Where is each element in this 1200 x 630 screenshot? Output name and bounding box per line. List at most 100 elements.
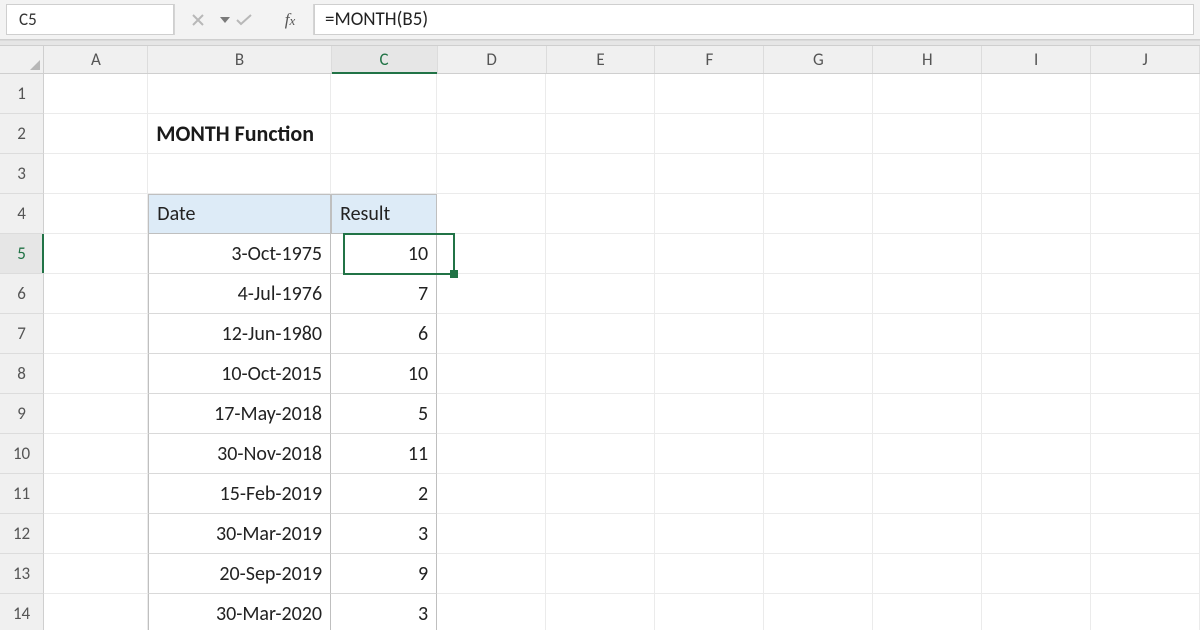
cell[interactable]: [982, 194, 1091, 234]
cell[interactable]: [873, 274, 982, 314]
cell[interactable]: [546, 594, 655, 630]
cell[interactable]: [873, 434, 982, 474]
cell[interactable]: [873, 474, 982, 514]
cell[interactable]: [982, 474, 1091, 514]
result-cell[interactable]: 11: [331, 434, 437, 474]
cell[interactable]: [982, 314, 1091, 354]
cell[interactable]: [1091, 354, 1200, 394]
cell[interactable]: [437, 194, 546, 234]
row-header-7[interactable]: 7: [0, 314, 44, 354]
cell[interactable]: [44, 354, 148, 394]
section-title[interactable]: MONTH Function: [148, 114, 331, 154]
result-cell[interactable]: 2: [331, 474, 437, 514]
cell[interactable]: [655, 434, 764, 474]
cell[interactable]: [873, 114, 982, 154]
cell[interactable]: [1091, 594, 1200, 630]
cell[interactable]: [873, 314, 982, 354]
cell[interactable]: [764, 154, 873, 194]
cell[interactable]: [437, 74, 546, 114]
cell[interactable]: [764, 354, 873, 394]
cell[interactable]: [437, 474, 546, 514]
cell[interactable]: [764, 194, 873, 234]
cell[interactable]: [873, 74, 982, 114]
cell[interactable]: [44, 194, 148, 234]
date-cell[interactable]: 30-Nov-2018: [148, 434, 331, 474]
cell[interactable]: [764, 434, 873, 474]
cell[interactable]: [873, 514, 982, 554]
result-cell[interactable]: 10: [331, 234, 437, 274]
row-header-10[interactable]: 10: [0, 434, 44, 474]
cell[interactable]: [44, 554, 148, 594]
cell[interactable]: [546, 434, 655, 474]
cell[interactable]: [764, 74, 873, 114]
worksheet[interactable]: A B C D E F G H I J 12MONTH Function34Da…: [0, 46, 1200, 630]
cell[interactable]: [44, 514, 148, 554]
cell[interactable]: [764, 394, 873, 434]
cell[interactable]: [331, 74, 437, 114]
date-cell[interactable]: 4-Jul-1976: [148, 274, 331, 314]
cell[interactable]: [982, 274, 1091, 314]
cell[interactable]: [437, 274, 546, 314]
cell[interactable]: [982, 554, 1091, 594]
cell[interactable]: [655, 474, 764, 514]
cell[interactable]: [982, 234, 1091, 274]
cell[interactable]: [546, 394, 655, 434]
cell[interactable]: [1091, 434, 1200, 474]
cell[interactable]: [982, 514, 1091, 554]
cell[interactable]: [44, 394, 148, 434]
col-header-j[interactable]: J: [1091, 46, 1200, 73]
row-header-11[interactable]: 11: [0, 474, 44, 514]
result-cell[interactable]: 10: [331, 354, 437, 394]
cell[interactable]: [873, 354, 982, 394]
cell[interactable]: [764, 474, 873, 514]
cell[interactable]: [437, 314, 546, 354]
cell[interactable]: [546, 74, 655, 114]
enter-button[interactable]: [221, 0, 267, 39]
cell[interactable]: [655, 314, 764, 354]
col-header-a[interactable]: A: [44, 46, 148, 73]
date-cell[interactable]: 12-Jun-1980: [148, 314, 331, 354]
cell[interactable]: [655, 154, 764, 194]
select-all-corner[interactable]: [0, 46, 44, 73]
cell[interactable]: [546, 474, 655, 514]
cell[interactable]: [1091, 274, 1200, 314]
cell[interactable]: [546, 154, 655, 194]
cell[interactable]: [437, 554, 546, 594]
cell[interactable]: [1091, 394, 1200, 434]
cell[interactable]: [437, 434, 546, 474]
cell[interactable]: [437, 354, 546, 394]
col-header-g[interactable]: G: [764, 46, 873, 73]
cell[interactable]: [437, 234, 546, 274]
cell[interactable]: [982, 154, 1091, 194]
col-header-b[interactable]: B: [148, 46, 331, 73]
result-cell[interactable]: 7: [331, 274, 437, 314]
row-header-2[interactable]: 2: [0, 114, 44, 154]
date-cell[interactable]: 3-Oct-1975: [148, 234, 331, 274]
cell[interactable]: [1091, 154, 1200, 194]
table-header-date[interactable]: Date: [148, 194, 331, 234]
cell[interactable]: [437, 514, 546, 554]
date-cell[interactable]: 17-May-2018: [148, 394, 331, 434]
date-cell[interactable]: 30-Mar-2019: [148, 514, 331, 554]
cancel-button[interactable]: [175, 0, 221, 39]
cell[interactable]: [44, 74, 148, 114]
cell[interactable]: [873, 394, 982, 434]
row-header-9[interactable]: 9: [0, 394, 44, 434]
cell[interactable]: [437, 114, 546, 154]
cell[interactable]: [44, 274, 148, 314]
cell[interactable]: [44, 474, 148, 514]
cell[interactable]: [437, 594, 546, 630]
cell[interactable]: [437, 394, 546, 434]
cell[interactable]: [1091, 194, 1200, 234]
cell[interactable]: [764, 274, 873, 314]
cell[interactable]: [982, 354, 1091, 394]
cell[interactable]: [764, 514, 873, 554]
cell[interactable]: [655, 274, 764, 314]
row-header-8[interactable]: 8: [0, 354, 44, 394]
cell[interactable]: [655, 514, 764, 554]
cell[interactable]: [655, 114, 764, 154]
cell[interactable]: [1091, 74, 1200, 114]
formula-input[interactable]: =MONTH(B5): [314, 4, 1194, 35]
result-cell[interactable]: 6: [331, 314, 437, 354]
cell[interactable]: [873, 234, 982, 274]
